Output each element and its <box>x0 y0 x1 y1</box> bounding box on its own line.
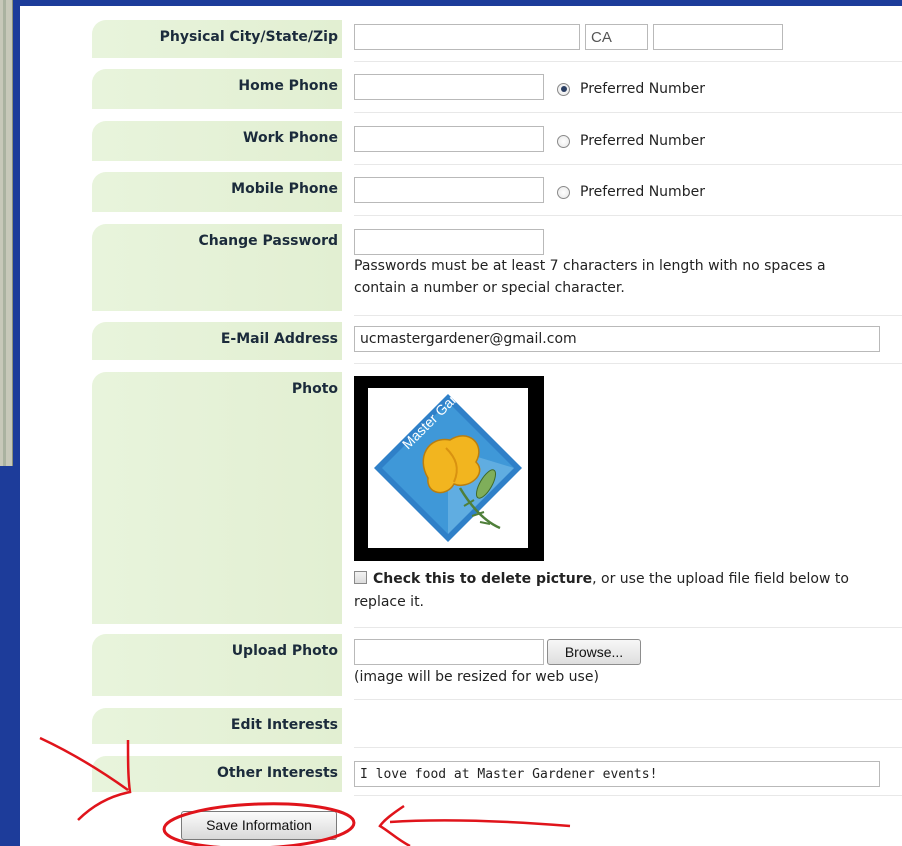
row-upload-photo: Upload Photo Browse... (image will be re… <box>92 634 902 696</box>
edit-interests-label[interactable]: Edit Interests <box>92 708 342 744</box>
home-phone-input[interactable] <box>354 74 544 100</box>
save-information-button[interactable]: Save Information <box>181 811 337 840</box>
row-divider <box>354 215 902 216</box>
work-preferred-label: Preferred Number <box>580 133 705 149</box>
work-preferred-option[interactable]: Preferred Number <box>557 133 705 149</box>
row-divider <box>354 164 902 165</box>
password-input[interactable] <box>354 229 544 255</box>
state-input[interactable] <box>585 24 648 50</box>
upload-file-input[interactable] <box>354 639 544 665</box>
master-gardener-logo: Master Gardener <box>368 366 528 548</box>
row-city-state-zip: Physical City/State/Zip <box>92 20 902 58</box>
home-preferred-option[interactable]: Preferred Number <box>557 81 705 97</box>
change-password-label: Change Password <box>92 224 342 311</box>
delete-picture-rest: , or use the upload file field below to <box>592 571 849 587</box>
row-divider <box>354 61 902 62</box>
city-input[interactable] <box>354 24 580 50</box>
password-help-line2: contain a number or special character. <box>354 280 625 296</box>
row-home-phone: Home Phone Preferred Number <box>92 69 902 109</box>
city-state-zip-label: Physical City/State/Zip <box>92 20 342 58</box>
profile-form: Physical City/State/Zip Home Phone Prefe… <box>20 0 902 846</box>
row-divider <box>354 747 902 748</box>
row-divider <box>354 699 902 700</box>
row-divider <box>354 112 902 113</box>
work-phone-label: Work Phone <box>92 121 342 161</box>
row-divider <box>354 315 902 316</box>
work-preferred-radio[interactable] <box>557 134 570 148</box>
mobile-preferred-label: Preferred Number <box>580 184 705 200</box>
email-input[interactable] <box>354 326 880 352</box>
row-photo: Photo Master Gardener Check this to dele… <box>92 366 902 624</box>
browse-button[interactable]: Browse... <box>547 639 641 665</box>
row-change-password: Change Password Passwords must be at lea… <box>92 224 902 311</box>
row-divider <box>354 795 902 796</box>
window-frame-left <box>0 0 13 466</box>
top-border <box>20 0 902 6</box>
profile-photo: Master Gardener <box>354 366 544 561</box>
upload-photo-label: Upload Photo <box>92 634 342 696</box>
delete-picture-line2: replace it. <box>354 594 425 610</box>
mobile-phone-label: Mobile Phone <box>92 172 342 212</box>
email-label: E-Mail Address <box>92 322 342 360</box>
row-edit-interests: Edit Interests <box>92 708 902 744</box>
delete-picture-bold: Check this to delete picture <box>373 571 593 587</box>
mobile-preferred-option[interactable]: Preferred Number <box>557 184 705 200</box>
row-mobile-phone: Mobile Phone Preferred Number <box>92 172 902 212</box>
home-preferred-radio[interactable] <box>557 82 570 96</box>
delete-picture-option: Check this to delete picture, or use the… <box>354 568 849 590</box>
work-phone-input[interactable] <box>354 126 544 152</box>
mobile-preferred-radio[interactable] <box>557 185 570 199</box>
row-email: E-Mail Address <box>92 322 902 360</box>
home-phone-label: Home Phone <box>92 69 342 109</box>
upload-photo-note: (image will be resized for web use) <box>354 669 599 685</box>
mobile-phone-input[interactable] <box>354 177 544 203</box>
row-work-phone: Work Phone Preferred Number <box>92 121 902 161</box>
home-preferred-label: Preferred Number <box>580 81 705 97</box>
zip-input[interactable] <box>653 24 783 50</box>
password-help-line1: Passwords must be at least 7 characters … <box>354 258 826 274</box>
photo-label: Photo <box>92 372 342 624</box>
delete-picture-checkbox[interactable] <box>354 571 367 584</box>
other-interests-input[interactable] <box>354 761 880 787</box>
other-interests-label: Other Interests <box>92 756 342 792</box>
row-divider <box>354 363 902 364</box>
row-divider <box>354 627 902 628</box>
row-other-interests: Other Interests <box>92 756 902 792</box>
